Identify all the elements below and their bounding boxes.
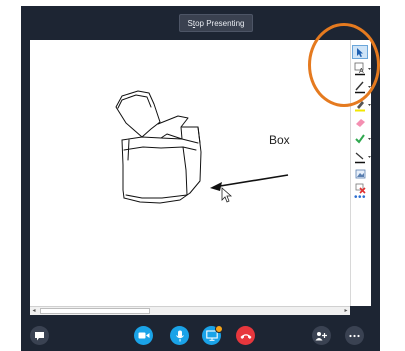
share-screen-button[interactable] bbox=[202, 325, 223, 345]
box-annotation-label: Box bbox=[269, 133, 290, 147]
add-participant-button[interactable] bbox=[312, 326, 331, 345]
box-drawing bbox=[115, 90, 289, 204]
video-camera-icon bbox=[138, 332, 149, 339]
scrollbar-thumb[interactable] bbox=[40, 308, 150, 314]
picture-icon bbox=[355, 169, 366, 179]
arrow-line-icon bbox=[355, 152, 371, 164]
call-controls-bar bbox=[21, 318, 380, 351]
more-dots-icon: ••• bbox=[354, 192, 367, 203]
whiteboard-canvas[interactable]: Box bbox=[30, 40, 350, 306]
more-tools[interactable]: ••• bbox=[354, 192, 366, 203]
shape-tool[interactable] bbox=[354, 150, 371, 164]
people-add-icon bbox=[315, 331, 327, 340]
chat-bubble-icon bbox=[35, 331, 44, 340]
chat-button[interactable] bbox=[30, 326, 49, 345]
scroll-left-icon[interactable]: ◂ bbox=[30, 307, 38, 315]
stop-presenting-suffix: op Presenting bbox=[195, 19, 245, 28]
microphone-icon bbox=[175, 330, 184, 341]
more-options-button[interactable] bbox=[345, 326, 364, 345]
ellipsis-icon bbox=[349, 334, 360, 337]
horizontal-scrollbar[interactable]: ◂ ▸ bbox=[30, 306, 350, 315]
highlight-circle-annotation bbox=[308, 23, 380, 107]
checkmark-icon bbox=[355, 134, 371, 144]
insert-picture-tool[interactable] bbox=[354, 168, 370, 182]
eraser-icon bbox=[356, 119, 365, 127]
end-call-button[interactable] bbox=[236, 326, 255, 345]
video-button[interactable] bbox=[134, 326, 153, 345]
stop-presenting-button[interactable]: Stop Presenting bbox=[179, 14, 253, 32]
scroll-right-icon[interactable]: ▸ bbox=[342, 307, 350, 315]
pointer-arrow-icon bbox=[221, 187, 233, 203]
eraser-tool[interactable] bbox=[354, 116, 370, 130]
mute-button[interactable] bbox=[170, 326, 189, 345]
share-active-badge bbox=[215, 325, 223, 333]
stamp-tool[interactable] bbox=[354, 132, 371, 146]
phone-hangup-icon bbox=[240, 333, 251, 339]
